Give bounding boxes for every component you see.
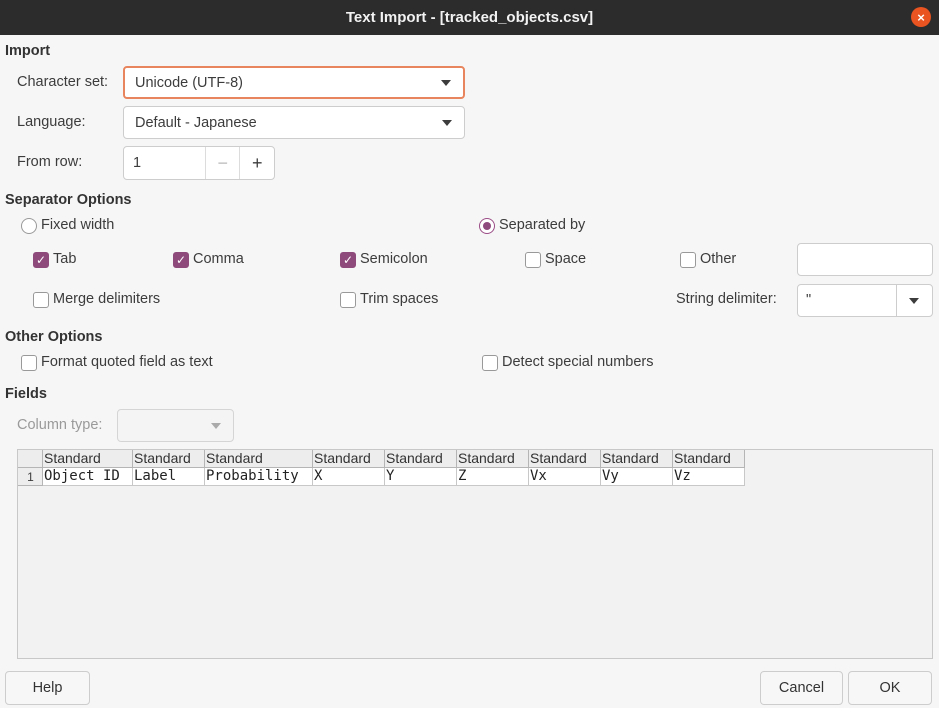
table-cell: Vz (673, 468, 745, 486)
from-row-input[interactable]: 1 (124, 147, 205, 179)
title-bar: Text Import - [tracked_objects.csv] × (0, 0, 939, 35)
table-cell: Vy (601, 468, 673, 486)
charset-value: Unicode (UTF-8) (135, 74, 243, 91)
chevron-down-icon (211, 422, 221, 429)
column-header[interactable]: Standard (673, 450, 745, 468)
table-cell: X (313, 468, 385, 486)
chevron-down-icon (441, 79, 451, 86)
window-title: Text Import - [tracked_objects.csv] (345, 9, 594, 26)
tab-checkbox[interactable]: ✓ (33, 252, 49, 268)
semicolon-checkbox[interactable]: ✓ (340, 252, 356, 268)
format-quoted-label[interactable]: Format quoted field as text (41, 354, 213, 370)
fields-preview[interactable]: Standard Standard Standard Standard Stan… (17, 449, 933, 659)
column-header[interactable]: Standard (43, 450, 133, 468)
row-number: 1 (18, 468, 43, 486)
other-label[interactable]: Other (700, 251, 736, 267)
column-header[interactable]: Standard (601, 450, 673, 468)
column-header[interactable]: Standard (313, 450, 385, 468)
column-header[interactable]: Standard (133, 450, 205, 468)
fields-heading: Fields (5, 386, 47, 402)
chevron-down-icon (909, 297, 919, 304)
column-header[interactable]: Standard (385, 450, 457, 468)
separated-by-radio[interactable] (479, 218, 495, 234)
column-header[interactable]: Standard (529, 450, 601, 468)
chevron-down-icon (442, 119, 452, 126)
cancel-button[interactable]: Cancel (760, 671, 843, 705)
table-cell: Probability (205, 468, 313, 486)
detect-special-checkbox[interactable] (482, 355, 498, 371)
comma-label[interactable]: Comma (193, 251, 244, 267)
close-icon[interactable]: × (911, 7, 931, 27)
table-cell: Object ID (43, 468, 133, 486)
language-value: Default - Japanese (135, 114, 257, 131)
column-type-dropdown[interactable] (117, 409, 234, 442)
from-row-label: From row: (17, 154, 83, 170)
format-quoted-checkbox[interactable] (21, 355, 37, 371)
string-delimiter-dropdown-button[interactable] (896, 285, 932, 316)
space-label[interactable]: Space (545, 251, 586, 267)
language-label: Language: (17, 114, 86, 130)
table-cell: Vx (529, 468, 601, 486)
table-cell: Z (457, 468, 529, 486)
tab-label[interactable]: Tab (53, 251, 76, 267)
comma-checkbox[interactable]: ✓ (173, 252, 189, 268)
column-header[interactable]: Standard (205, 450, 313, 468)
separated-by-label[interactable]: Separated by (499, 217, 585, 233)
ok-button[interactable]: OK (848, 671, 932, 705)
column-type-label: Column type: (17, 417, 103, 433)
merge-delimiters-checkbox[interactable] (33, 292, 49, 308)
column-header[interactable]: Standard (457, 450, 529, 468)
separator-heading: Separator Options (5, 192, 132, 208)
merge-delimiters-label[interactable]: Merge delimiters (53, 291, 160, 307)
string-delimiter-label: String delimiter: (676, 291, 777, 307)
semicolon-label[interactable]: Semicolon (360, 251, 428, 267)
detect-special-label[interactable]: Detect special numbers (502, 354, 654, 370)
trim-spaces-checkbox[interactable] (340, 292, 356, 308)
table-cell: Y (385, 468, 457, 486)
help-button[interactable]: Help (5, 671, 90, 705)
space-checkbox[interactable] (525, 252, 541, 268)
string-delimiter-value[interactable]: " (806, 292, 811, 308)
increment-button[interactable]: + (239, 147, 274, 179)
other-checkbox[interactable] (680, 252, 696, 268)
other-options-heading: Other Options (5, 329, 103, 345)
corner-cell (18, 450, 43, 468)
import-heading: Import (5, 43, 51, 59)
charset-label: Character set: (17, 74, 109, 90)
language-dropdown[interactable]: Default - Japanese (123, 106, 465, 139)
string-delimiter-combo[interactable]: " (797, 284, 933, 317)
other-separator-input[interactable] (797, 243, 933, 276)
from-row-stepper: 1 − + (123, 146, 275, 180)
trim-spaces-label[interactable]: Trim spaces (360, 291, 438, 307)
table-cell: Label (133, 468, 205, 486)
fixed-width-label[interactable]: Fixed width (41, 217, 114, 233)
fixed-width-radio[interactable] (21, 218, 37, 234)
decrement-button[interactable]: − (204, 147, 240, 179)
charset-dropdown[interactable]: Unicode (UTF-8) (123, 66, 465, 99)
